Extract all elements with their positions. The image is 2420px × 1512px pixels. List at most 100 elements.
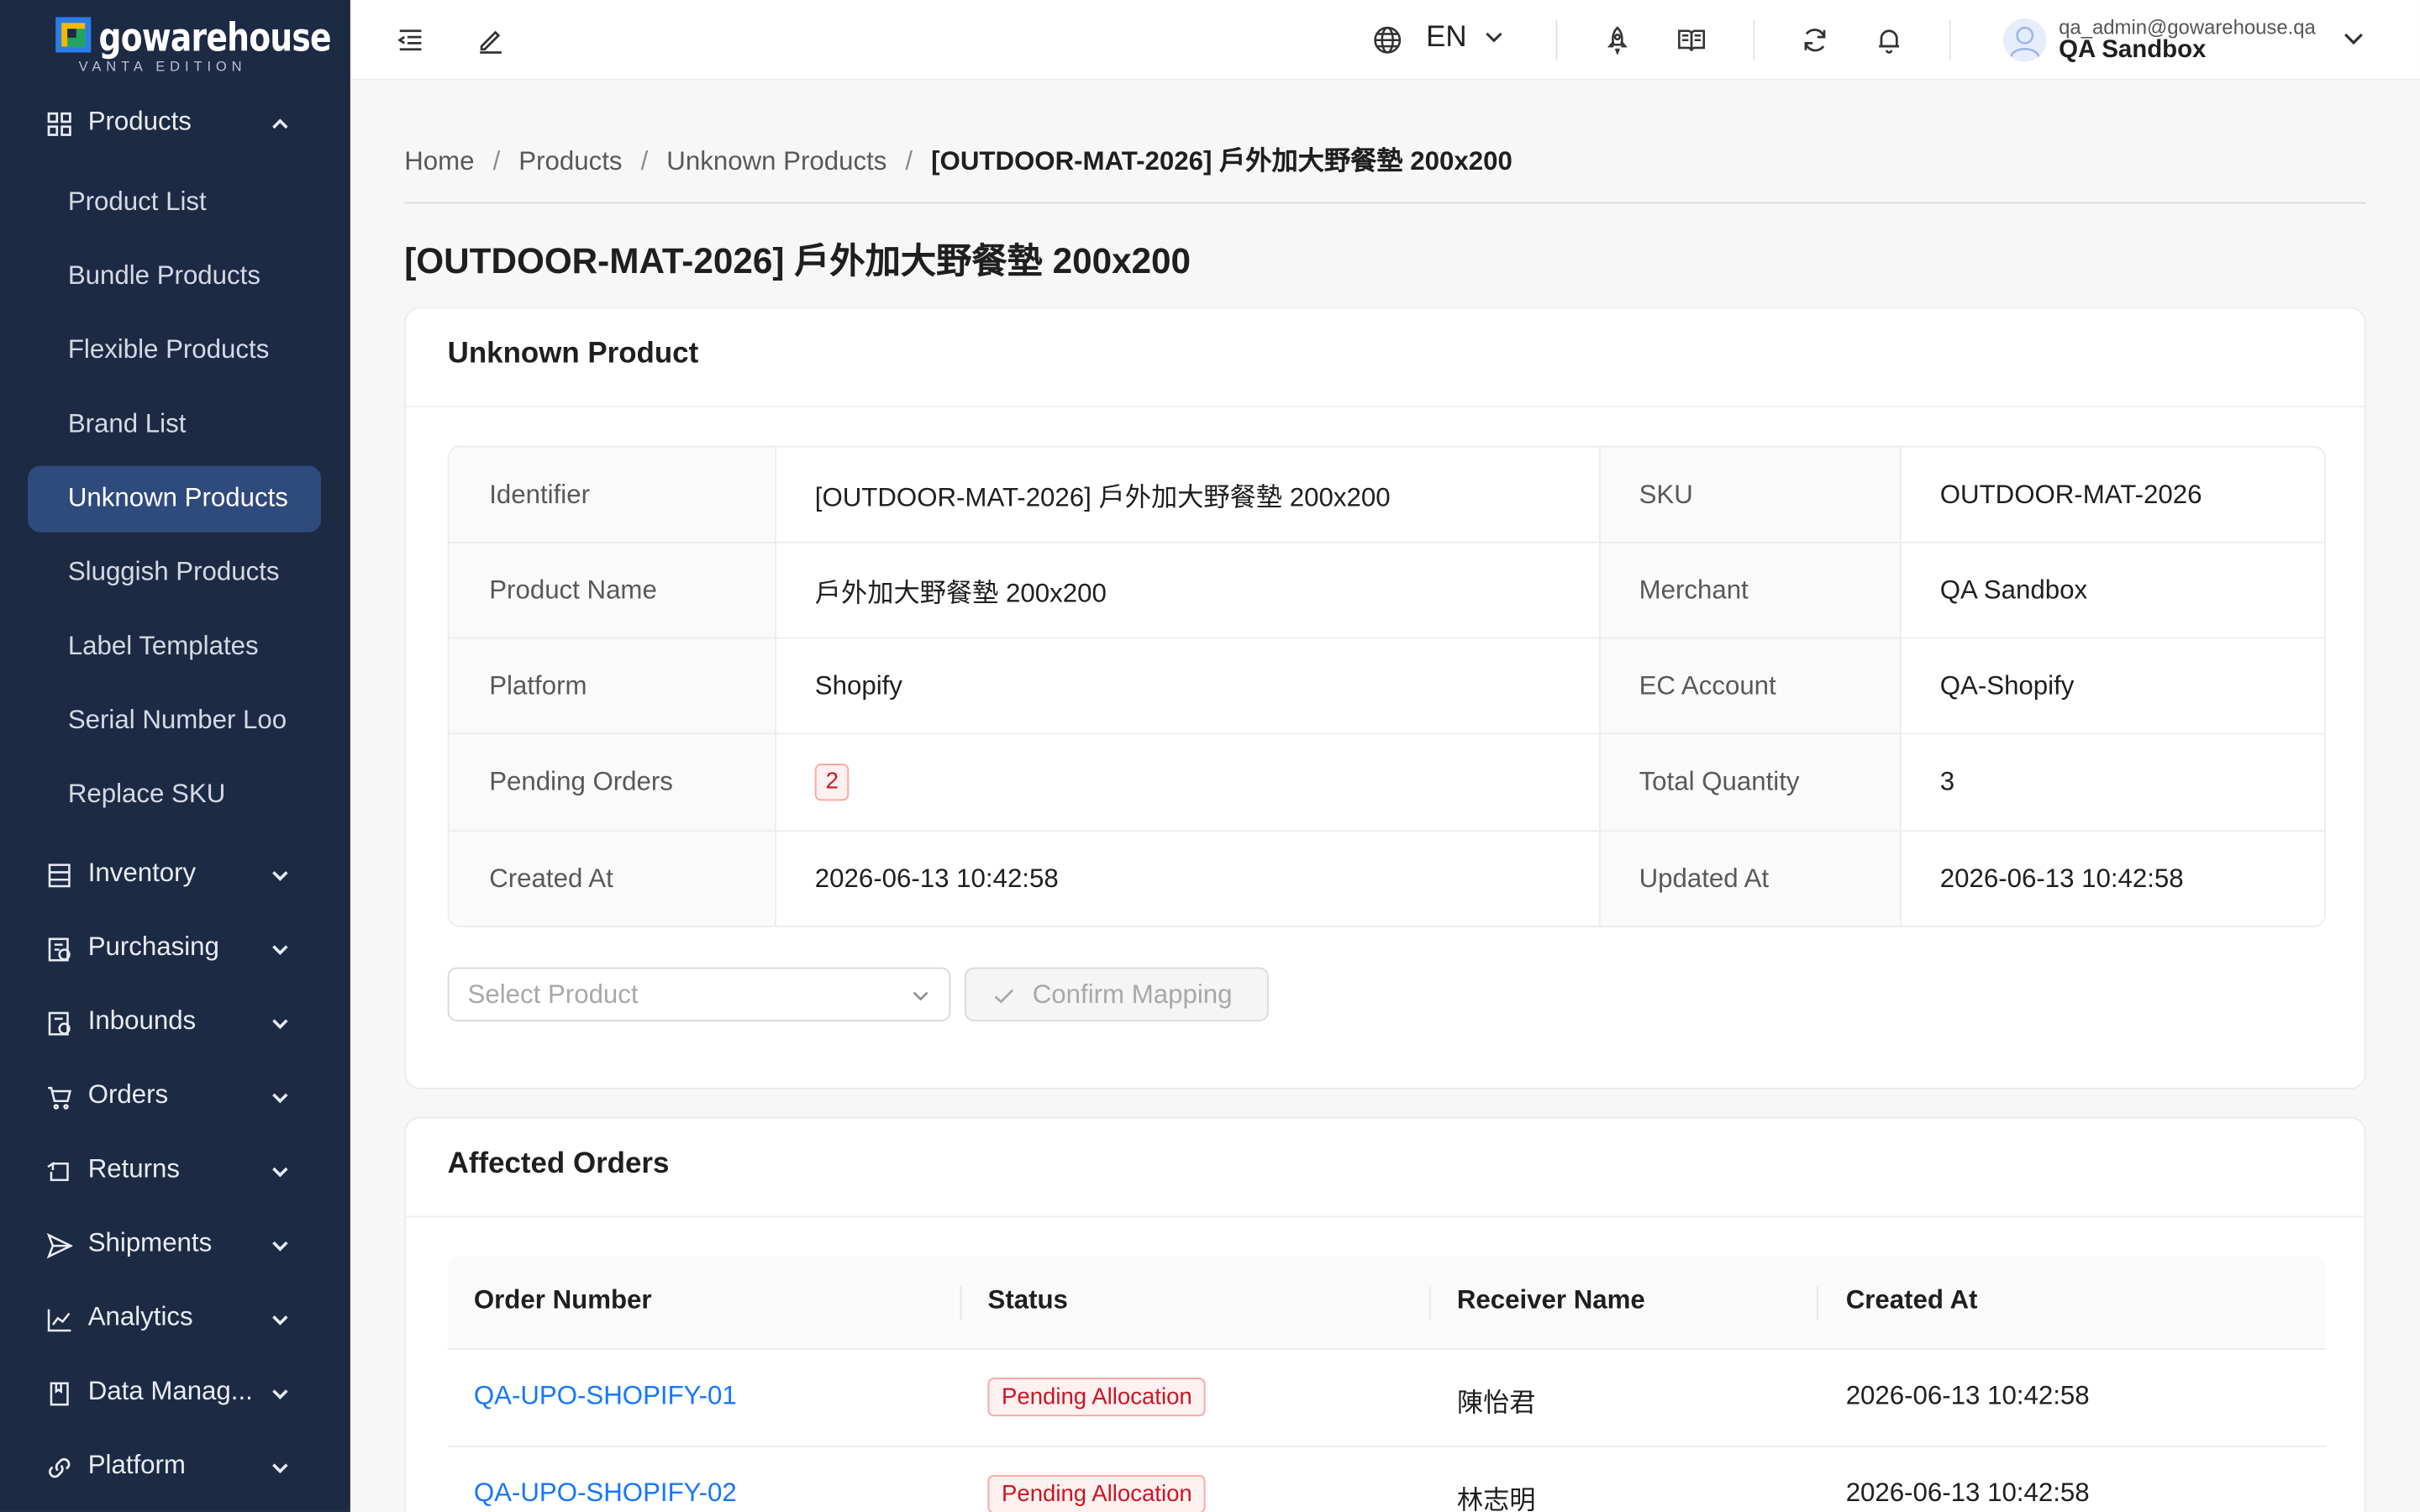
detail-value: 2026-06-13 10:42:58 [775, 831, 1599, 927]
purchasing-icon [48, 937, 71, 962]
user-org[interactable]: QA Sandbox [2059, 37, 2206, 65]
chevron-down-icon [913, 991, 929, 1001]
sidebar-item-bundle-products[interactable]: Bundle Products [28, 244, 321, 310]
sidebar-item-product-list[interactable]: Product List [28, 170, 321, 236]
sidebar-item-label: Replace SKU [67, 779, 226, 809]
logo-mark-icon [55, 17, 92, 53]
column-header: Status [987, 1284, 1068, 1315]
detail-row: Product Name 戶外加大野餐墊 200x200 Merchant QA… [449, 543, 2325, 639]
nav-group-data-management[interactable]: Data Manag... [0, 1362, 350, 1424]
book-open-icon[interactable] [1676, 24, 1707, 55]
sidebar: gowarehouse VANTA EDITION Products Produ… [0, 0, 350, 1512]
chevron-down-icon[interactable] [2341, 26, 2365, 50]
brand-name: gowarehouse [98, 15, 332, 60]
sidebar-item-label: Bundle Products [67, 260, 260, 291]
line-chart-icon [47, 1309, 71, 1332]
book-icon [50, 1382, 69, 1406]
send-icon [46, 1232, 73, 1259]
detail-value: 3 [1899, 734, 2325, 831]
nav-group-label: Products [87, 106, 192, 136]
sidebar-item-label: Serial Number Loo [67, 705, 287, 735]
cart-icon [48, 1086, 72, 1110]
nav-group-returns[interactable]: Returns [0, 1140, 350, 1201]
divider [406, 406, 2365, 407]
globe-icon[interactable] [1372, 24, 1403, 55]
affected-orders-card: Affected Orders Order Number Status Rece… [404, 1116, 2366, 1512]
divider [1598, 447, 1601, 927]
nav-group-inbounds[interactable]: Inbounds [0, 992, 350, 1053]
divider [1949, 19, 1951, 60]
nav-group-analytics[interactable]: Analytics [0, 1289, 350, 1350]
chevron-down-icon[interactable] [1483, 26, 1505, 48]
card-title: Affected Orders [447, 1147, 670, 1181]
status-badge: Pending Allocation [987, 1474, 1207, 1512]
breadcrumb-home[interactable]: Home [404, 146, 474, 176]
confirm-mapping-button[interactable]: Confirm Mapping [964, 967, 1269, 1021]
breadcrumb-unknown-products[interactable]: Unknown Products [666, 146, 886, 176]
nav-group-label: Shipments [87, 1228, 213, 1257]
detail-label: Identifier [449, 447, 776, 542]
divider [404, 202, 2366, 204]
refresh-icon[interactable] [1800, 24, 1831, 55]
detail-row: Identifier [OUTDOOR-MAT-2026] 戶外加大野餐墊 20… [449, 447, 2325, 543]
sidebar-item-brand-list[interactable]: Brand List [28, 392, 321, 459]
nav-group-label: Platform [87, 1450, 186, 1480]
sidebar-item-replace-sku[interactable]: Replace SKU [28, 762, 321, 828]
sidebar-item-flexible-products[interactable]: Flexible Products [28, 318, 321, 384]
logo[interactable]: gowarehouse VANTA EDITION [55, 15, 332, 76]
grid-icon [47, 112, 71, 136]
nav-group-products[interactable]: Products [0, 92, 350, 154]
rocket-icon[interactable] [1602, 24, 1633, 55]
column-header: Created At [1845, 1284, 1978, 1315]
created-at-cell: 2026-06-13 10:42:58 [1845, 1478, 2090, 1508]
divider [1428, 1286, 1431, 1321]
inbounds-icon [48, 1011, 71, 1036]
detail-value: OUTDOOR-MAT-2026 [1899, 447, 2325, 542]
pending-orders-badge: 2 [814, 764, 850, 801]
confirm-mapping-label: Confirm Mapping [1032, 979, 1233, 1010]
receiver-cell: 陳怡君 [1456, 1389, 1536, 1418]
sidebar-item-label: Brand List [67, 408, 187, 438]
top-header: EN qa_admin@gowarehouse.qa QA Sandbox [350, 0, 2420, 81]
user-email[interactable]: qa_admin@gowarehouse.qa [2059, 15, 2316, 39]
menu-fold-icon[interactable] [395, 24, 426, 55]
sidebar-item-sluggish-products[interactable]: Sluggish Products [28, 540, 321, 606]
nav-group-orders[interactable]: Orders [0, 1066, 350, 1127]
card-title: Unknown Product [447, 338, 699, 370]
breadcrumb-products[interactable]: Products [518, 146, 622, 176]
user-icon [2009, 26, 2040, 58]
nav-group-platform[interactable]: Platform [0, 1436, 350, 1498]
detail-value: QA-Shopify [1899, 638, 2325, 733]
detail-value: 戶外加大野餐墊 200x200 [775, 543, 1599, 638]
bell-icon[interactable] [1874, 24, 1905, 55]
nav-group-shipments[interactable]: Shipments [0, 1214, 350, 1275]
nav-group-inventory[interactable]: Inventory [0, 844, 350, 906]
language-selector[interactable]: EN [1426, 22, 1467, 55]
select-product-dropdown[interactable]: Select Product [447, 967, 951, 1021]
divider [960, 1286, 962, 1321]
detail-label: Created At [449, 831, 776, 927]
order-link[interactable]: QA-UPO-SHOPIFY-01 [474, 1381, 737, 1410]
created-at-cell: 2026-06-13 10:42:58 [1845, 1380, 2090, 1410]
chevron-down-icon [272, 1315, 288, 1326]
nav-group-label: Purchasing [87, 932, 219, 962]
order-link[interactable]: QA-UPO-SHOPIFY-02 [474, 1478, 737, 1508]
detail-row: Created At 2026-06-13 10:42:58 Updated A… [449, 831, 2325, 927]
avatar[interactable] [2003, 18, 2047, 62]
sidebar-item-label: Label Templates [67, 631, 259, 661]
sidebar-item-serial-number-lookup[interactable]: Serial Number Loo [28, 688, 321, 754]
brand-edition: VANTA EDITION [78, 58, 247, 75]
select-placeholder: Select Product [467, 979, 639, 1010]
detail-value: Shopify [775, 638, 1599, 733]
detail-value: 2026-06-13 10:42:58 [1899, 831, 2325, 927]
edit-icon[interactable] [476, 24, 507, 55]
detail-label: Total Quantity [1598, 734, 1900, 831]
column-header: Receiver Name [1456, 1284, 1645, 1315]
nav-group-purchasing[interactable]: Purchasing [0, 918, 350, 979]
table-row: QA-UPO-SHOPIFY-01 Pending Allocation 陳怡君… [447, 1350, 2326, 1447]
detail-label: Product Name [449, 543, 776, 638]
column-header: Order Number [473, 1284, 652, 1315]
chevron-up-icon [272, 118, 288, 129]
sidebar-item-unknown-products[interactable]: Unknown Products [28, 465, 322, 533]
sidebar-item-label-templates[interactable]: Label Templates [28, 614, 321, 680]
